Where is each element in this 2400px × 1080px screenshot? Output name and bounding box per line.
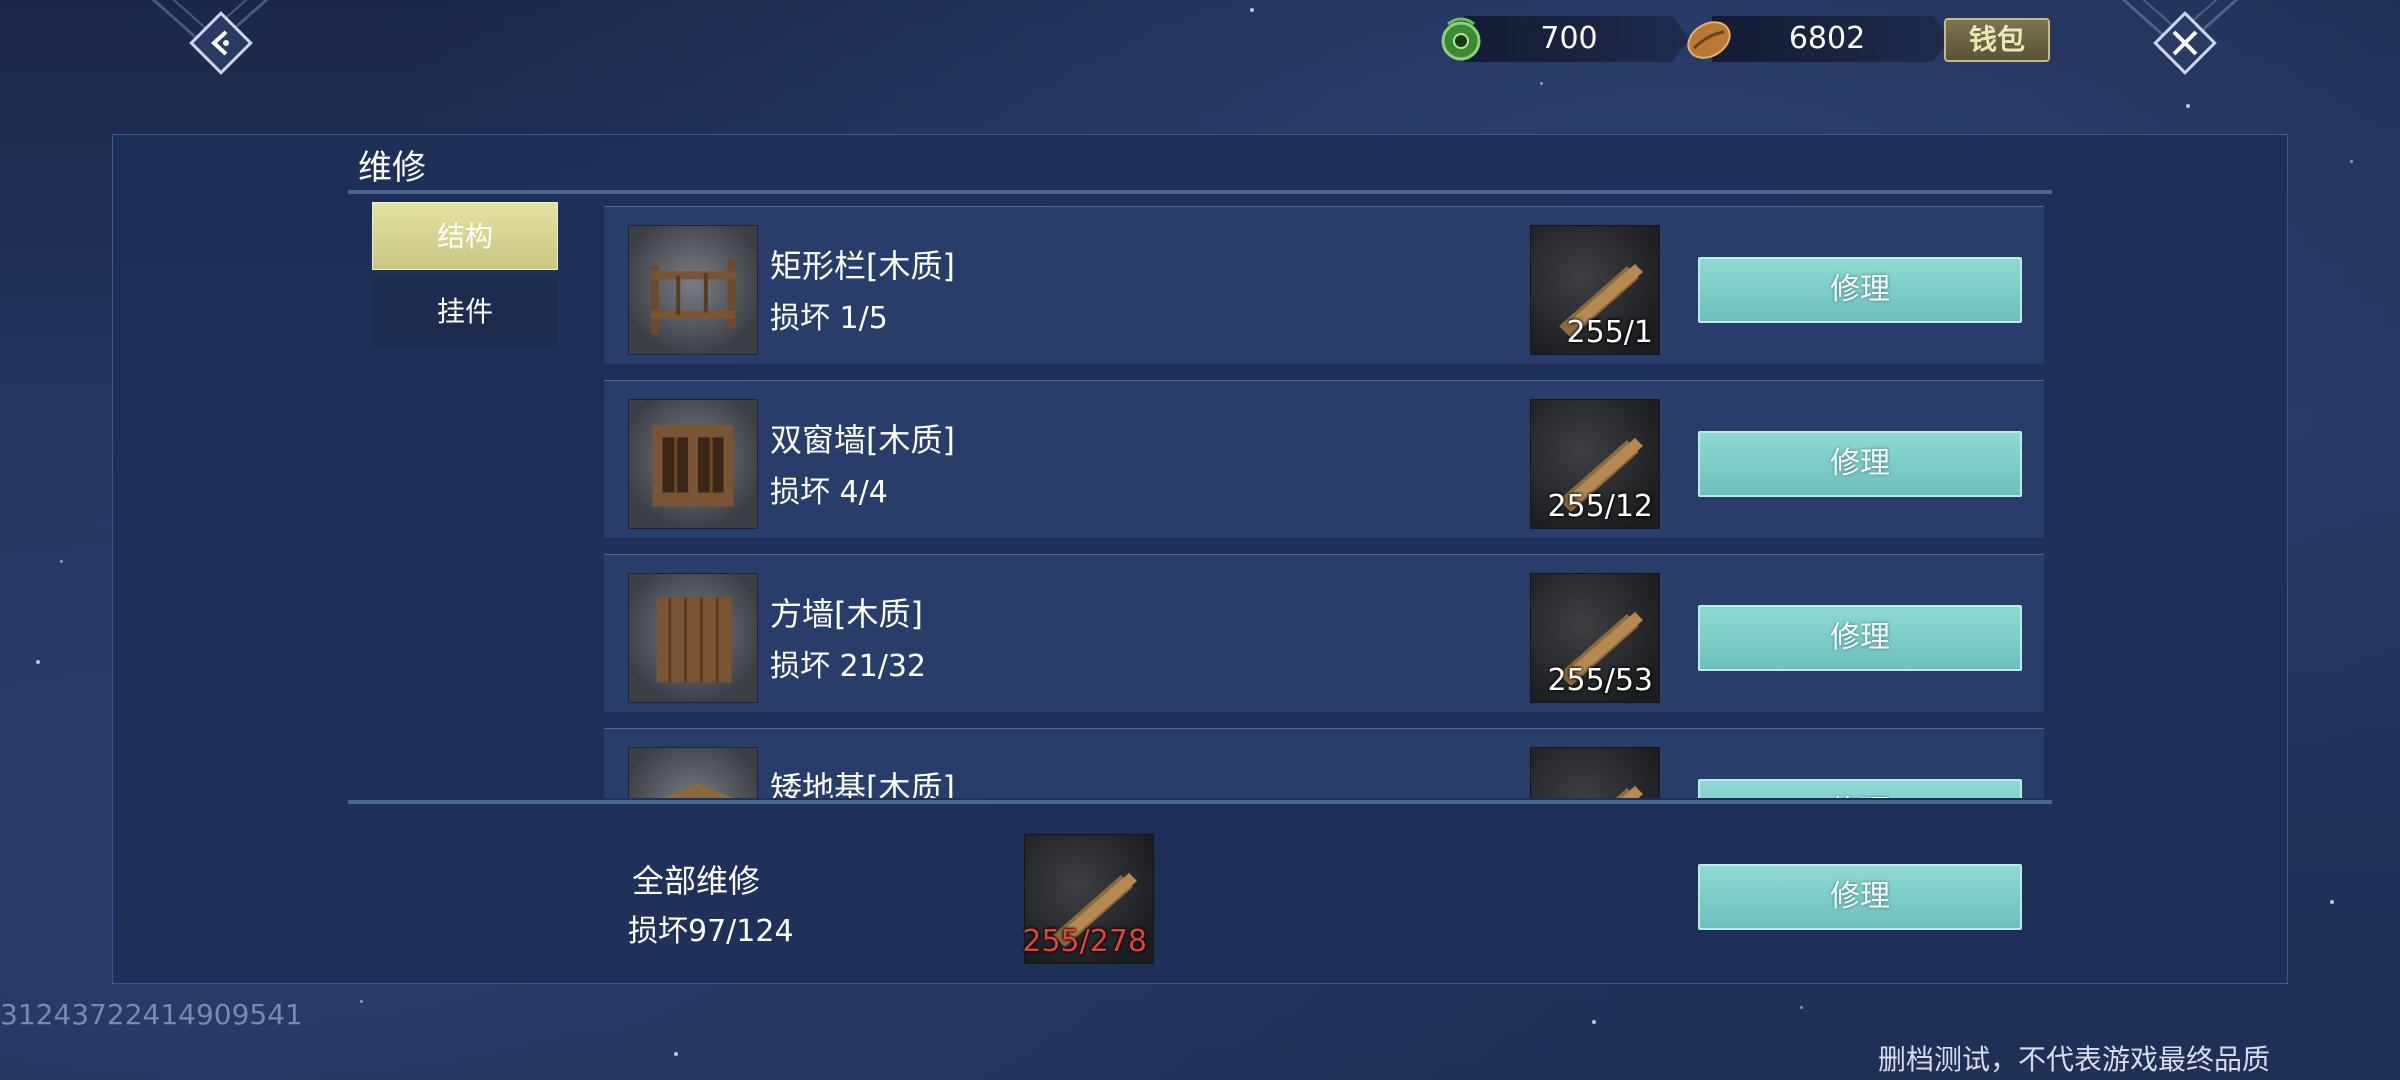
item-name: 方墙[木质] xyxy=(770,595,923,633)
build-id: 31243722414909541 xyxy=(0,998,303,1031)
repair-button[interactable]: 修理 xyxy=(1698,605,2022,671)
wood-plank-icon xyxy=(1615,786,1643,798)
list-item: 双窗墙[木质] 损坏 4/4 255/12 修理 xyxy=(604,380,2044,538)
close-button[interactable] xyxy=(2150,8,2220,78)
item-name: 双窗墙[木质] xyxy=(770,421,955,459)
material-count: 255/12 xyxy=(1547,489,1653,524)
repair-button[interactable]: 修理 xyxy=(1698,779,2022,798)
bean-currency: 6802 xyxy=(1682,16,1952,62)
jade-coin-icon xyxy=(1441,17,1481,61)
jade-amount: 700 xyxy=(1540,21,1598,56)
wallet-button[interactable]: 钱包 xyxy=(1944,18,2050,62)
repair-all-button[interactable]: 修理 xyxy=(1698,864,2022,930)
item-name: 矩形栏[木质] xyxy=(770,247,955,285)
low-foundation-icon xyxy=(628,747,758,798)
double-window-wall-icon xyxy=(628,399,758,529)
top-bar: 700 6802 钱包 xyxy=(0,0,2400,78)
wood-material-slot: 255/12 xyxy=(1530,399,1660,529)
repair-item-list[interactable]: 矩形栏[木质] 损坏 1/5 255/1 修理 双窗墙[木质] 损坏 4/4 2… xyxy=(604,206,2044,798)
item-damage: 损坏 1/5 xyxy=(770,301,888,336)
list-item: 方墙[木质] 损坏 21/32 255/53 修理 xyxy=(604,554,2044,712)
rectangular-fence-icon xyxy=(628,225,758,355)
jade-currency: 700 xyxy=(1434,16,1690,62)
bean-amount: 6802 xyxy=(1788,21,1866,56)
wood-material-slot: 255/53 xyxy=(1530,573,1660,703)
item-damage: 损坏 21/32 xyxy=(770,649,926,684)
bean-coin-icon xyxy=(1687,21,1731,59)
repair-button[interactable]: 修理 xyxy=(1698,431,2022,497)
wood-material-slot xyxy=(1530,747,1660,798)
list-item: 矮地基[木质] 修理 xyxy=(604,728,2044,798)
page-title: 维修 xyxy=(358,148,426,188)
repair-button[interactable]: 修理 xyxy=(1698,257,2022,323)
repair-all-damage: 损坏97/124 xyxy=(628,914,794,949)
material-count: 255/278 xyxy=(1022,924,1147,959)
list-item: 矩形栏[木质] 损坏 1/5 255/1 修理 xyxy=(604,206,2044,364)
repair-all-title: 全部维修 xyxy=(632,862,761,900)
divider xyxy=(348,190,2052,194)
material-count: 255/1 xyxy=(1566,315,1653,350)
tab-attachment[interactable]: 挂件 xyxy=(372,278,558,346)
tab-structure[interactable]: 结构 xyxy=(372,202,558,270)
material-count: 255/53 xyxy=(1547,663,1653,698)
item-name: 矮地基[木质] xyxy=(770,769,955,798)
divider xyxy=(348,800,2052,804)
wood-material-slot: 255/1 xyxy=(1530,225,1660,355)
repair-all-material-slot: 255/278 xyxy=(1022,834,1154,964)
disclaimer: 删档测试，不代表游戏最终品质 xyxy=(1878,1043,2271,1076)
back-button[interactable] xyxy=(186,8,256,78)
item-damage: 损坏 4/4 xyxy=(770,475,888,510)
square-wall-icon xyxy=(628,573,758,703)
